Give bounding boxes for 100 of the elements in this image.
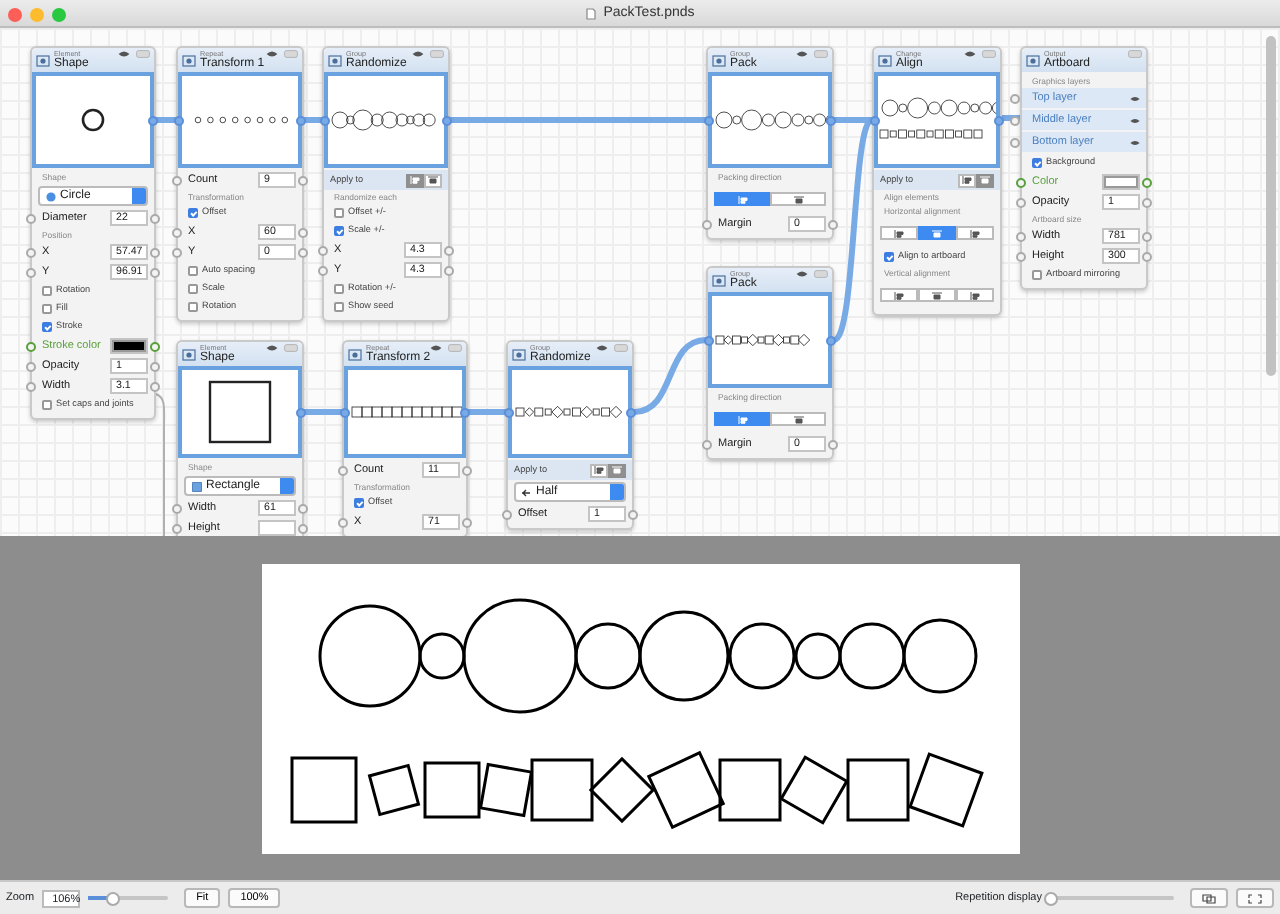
input-port[interactable] [1010, 93, 1020, 103]
segment-button[interactable] [770, 192, 826, 206]
output-port[interactable] [628, 509, 638, 519]
align-icon [969, 229, 980, 237]
segment-button[interactable] [770, 412, 826, 426]
zoom-button[interactable] [52, 7, 66, 21]
output-port[interactable] [826, 116, 836, 126]
align-icon [931, 229, 942, 237]
input-port[interactable] [504, 408, 514, 418]
input-port[interactable] [1010, 115, 1020, 125]
input-port[interactable] [1010, 137, 1020, 147]
input-port[interactable] [340, 408, 350, 418]
collapse-button[interactable] [284, 50, 298, 58]
collapse-button[interactable] [982, 50, 996, 58]
eye-icon[interactable] [266, 50, 278, 58]
checkbox[interactable] [1032, 270, 1042, 280]
collapse-button[interactable] [284, 344, 298, 352]
checkbox[interactable] [42, 304, 52, 314]
checkbox[interactable] [334, 302, 344, 312]
input-port[interactable] [702, 439, 712, 449]
toggle-button[interactable] [590, 463, 608, 477]
segment-button[interactable] [880, 288, 918, 302]
segment-button[interactable] [714, 192, 770, 206]
checkbox[interactable] [334, 226, 344, 236]
slider-thumb[interactable] [1044, 891, 1058, 905]
eye-icon[interactable] [430, 344, 442, 352]
checkbox[interactable] [334, 284, 344, 294]
checkbox[interactable] [188, 208, 198, 218]
checkbox[interactable] [188, 284, 198, 294]
output-port[interactable] [296, 408, 306, 418]
input-port[interactable] [172, 175, 182, 185]
eye-icon[interactable] [796, 50, 808, 58]
collapse-button[interactable] [1128, 50, 1142, 58]
color-swatch[interactable] [110, 338, 148, 354]
checkbox[interactable] [1032, 158, 1042, 168]
input-port[interactable] [870, 116, 880, 126]
input-port[interactable] [26, 213, 36, 223]
collapse-button[interactable] [448, 344, 462, 352]
circle-outline [81, 108, 105, 132]
fullscreen-button[interactable] [1236, 888, 1274, 908]
input-port[interactable] [174, 116, 184, 126]
eye-icon[interactable] [1130, 95, 1140, 101]
output-port[interactable] [626, 408, 636, 418]
eye-icon[interactable] [266, 344, 278, 352]
checkbox[interactable] [884, 252, 894, 262]
eye-icon[interactable] [118, 50, 130, 58]
close-button[interactable] [8, 7, 22, 21]
output-port[interactable] [826, 336, 836, 346]
eye-icon[interactable] [1130, 139, 1140, 145]
output-port[interactable] [296, 116, 306, 126]
slider-thumb[interactable] [106, 891, 121, 905]
collapse-button[interactable] [614, 344, 628, 352]
toggle-button[interactable] [608, 463, 626, 477]
collapse-button[interactable] [430, 50, 444, 58]
value-field[interactable] [258, 520, 296, 536]
checkbox[interactable] [334, 208, 344, 218]
output-port[interactable] [298, 175, 308, 185]
segment-button[interactable] [880, 226, 918, 240]
collapse-button[interactable] [814, 270, 828, 278]
output-port[interactable] [462, 465, 472, 475]
toggle-button[interactable] [406, 173, 424, 187]
segment-button[interactable] [917, 288, 956, 302]
checkbox[interactable] [188, 266, 198, 276]
layers-button[interactable] [1190, 888, 1228, 908]
checkbox[interactable] [42, 400, 52, 410]
segment-button[interactable] [714, 412, 770, 426]
output-port[interactable] [828, 219, 838, 229]
eye-icon[interactable] [796, 270, 808, 278]
output-port[interactable] [150, 213, 160, 223]
color-swatch[interactable] [1102, 174, 1140, 190]
segment-button[interactable] [917, 226, 956, 240]
checkbox[interactable] [188, 302, 198, 312]
input-port[interactable] [338, 517, 348, 527]
eye-icon[interactable] [596, 344, 608, 352]
scrollbar[interactable] [1266, 36, 1276, 376]
toggle-button[interactable] [976, 173, 994, 187]
input-port[interactable] [338, 465, 348, 475]
eye-icon[interactable] [964, 50, 976, 58]
output-port[interactable] [828, 439, 838, 449]
toggle-button[interactable] [424, 173, 442, 187]
collapse-button[interactable] [814, 50, 828, 58]
input-port[interactable] [702, 219, 712, 229]
output-port[interactable] [462, 517, 472, 527]
output-port[interactable] [460, 408, 470, 418]
eye-icon[interactable] [412, 50, 424, 58]
checkbox[interactable] [42, 322, 52, 332]
segment-button[interactable] [955, 288, 994, 302]
output-port[interactable] [994, 116, 1004, 126]
checkbox[interactable] [354, 498, 364, 508]
input-port[interactable] [704, 116, 714, 126]
checkbox[interactable] [42, 286, 52, 296]
input-port[interactable] [320, 116, 330, 126]
toggle-button[interactable] [958, 173, 976, 187]
segment-button[interactable] [955, 226, 994, 240]
output-port[interactable] [148, 116, 158, 126]
input-port[interactable] [704, 336, 714, 346]
input-port[interactable] [502, 509, 512, 519]
output-port[interactable] [442, 116, 452, 126]
eye-icon[interactable] [1130, 117, 1140, 123]
collapse-button[interactable] [136, 50, 150, 58]
